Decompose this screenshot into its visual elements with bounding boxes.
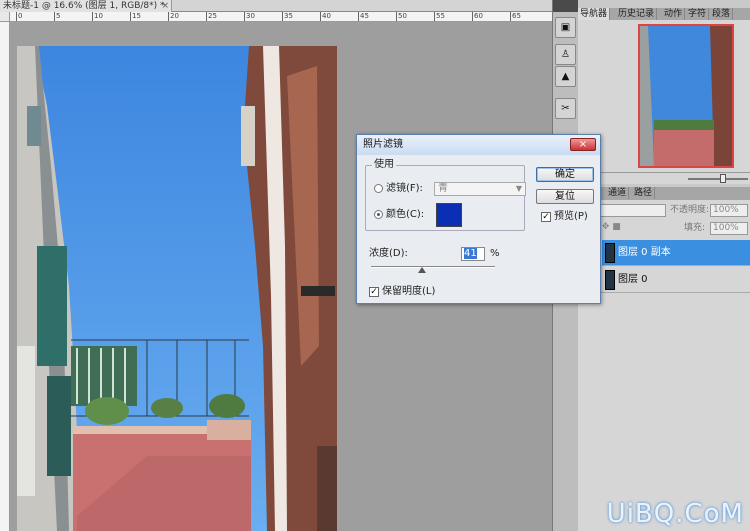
preserve-luminosity-checkbox[interactable]: ✓ (369, 287, 379, 297)
layer-thumbnail (605, 270, 615, 290)
navigator-panel-tabs: 导航器 历史记录 动作 字符 段落 (578, 8, 750, 20)
clone-source-icon[interactable]: ♙ (555, 44, 576, 65)
tab-channels[interactable]: 通道 (606, 187, 630, 199)
zoom-slider-knob[interactable] (720, 174, 726, 183)
tools-icon[interactable]: ✂ (555, 98, 576, 119)
ruler-corner (0, 12, 10, 22)
ruler-tick-mark (206, 12, 207, 21)
layer-name: 图层 0 (618, 274, 648, 285)
preview-label: 预览(P) (554, 211, 588, 222)
close-icon[interactable]: × (570, 138, 596, 151)
ruler-tick-label: 0 (18, 12, 23, 20)
layer-name: 图层 0 副本 (618, 247, 671, 258)
navigator-preview-image (640, 26, 732, 166)
density-slider-track[interactable] (371, 266, 495, 268)
use-group-label: 使用 (372, 159, 396, 171)
filter-select[interactable]: 青 ▼ (434, 182, 526, 196)
document-image[interactable] (17, 46, 337, 531)
ruler-tick-label: 20 (170, 12, 179, 20)
preview-checkbox[interactable]: ✓ (541, 212, 551, 222)
use-group: 使用 滤镜(F): 青 ▼ 颜色(C): (365, 159, 526, 231)
ruler-tick-label: 45 (360, 12, 369, 20)
density-label: 浓度(D): (369, 248, 408, 259)
ruler-tick-label: 40 (322, 12, 331, 20)
lock-move-icon[interactable]: ✥ (602, 222, 610, 232)
document-tab-title: 未标题-1 @ 16.6% (图层 1, RGB/8*) * (3, 1, 165, 11)
ruler-tick-mark (472, 12, 473, 21)
horizontal-ruler[interactable]: 0 5 10 15 20 25 30 35 40 45 50 55 60 65 (10, 12, 552, 22)
stamp-icon[interactable]: ▲ (555, 66, 576, 87)
zoom-slider-track[interactable] (688, 178, 748, 180)
ruler-tick-mark (510, 12, 511, 21)
layers-panel: 不透明度: 100% ▢ ✎ ✥ ■ 填充: 100% 图层 0 副本 图层 0 (578, 200, 750, 531)
filter-label: 滤镜(F): (386, 183, 423, 194)
ruler-tick-label: 35 (284, 12, 293, 20)
filter-select-value: 青 (438, 183, 448, 194)
watermark-logo: UiBQ.CoM (606, 499, 744, 529)
ruler-tick-mark (320, 12, 321, 21)
tab-paths[interactable]: 路径 (632, 187, 656, 199)
ruler-tick-mark (282, 12, 283, 21)
chevron-down-icon: ▼ (515, 184, 522, 193)
density-slider-knob[interactable] (417, 267, 426, 273)
tab-actions[interactable]: 动作 (662, 8, 686, 20)
ruler-tick-mark (396, 12, 397, 21)
ruler-tick-mark (16, 12, 17, 21)
ruler-tick-label: 50 (398, 12, 407, 20)
color-radio[interactable] (374, 210, 383, 219)
photo-filter-dialog: 照片滤镜 × 使用 滤镜(F): 青 ▼ 颜色(C): 确定 复位 ✓ 预览(P… (356, 134, 601, 304)
close-icon[interactable]: × (161, 0, 169, 12)
alley-photo (17, 46, 337, 531)
ruler-tick-mark (54, 12, 55, 21)
navigator-thumbnail[interactable] (638, 24, 734, 168)
ok-button[interactable]: 确定 (536, 167, 594, 182)
ruler-tick-label: 25 (208, 12, 217, 20)
ruler-tick-mark (130, 12, 131, 21)
lock-all-icon[interactable]: ■ (612, 222, 621, 232)
document-tab-bar: 未标题-1 @ 16.6% (图层 1, RGB/8*) * × (0, 0, 552, 12)
tab-character[interactable]: 字符 (686, 8, 710, 20)
ruler-tick-label: 65 (512, 12, 521, 20)
layer-row[interactable]: 图层 0 副本 (602, 240, 750, 266)
dialog-title[interactable]: 照片滤镜 (357, 135, 600, 155)
ruler-tick-mark (92, 12, 93, 21)
navigator-zoom-bar (578, 172, 750, 184)
ruler-tick-label: 55 (436, 12, 445, 20)
ruler-tick-mark (168, 12, 169, 21)
ruler-tick-label: 15 (132, 12, 141, 20)
fill-label: 填充: (684, 223, 706, 233)
ruler-tick-label: 10 (94, 12, 103, 20)
tab-navigator[interactable]: 导航器 (578, 8, 611, 20)
reset-button[interactable]: 复位 (536, 189, 594, 204)
fill-field[interactable]: 100% (710, 222, 748, 235)
document-tab[interactable]: 未标题-1 @ 16.6% (图层 1, RGB/8*) * × (0, 0, 172, 12)
filter-radio[interactable] (374, 184, 383, 193)
preserve-luminosity-label: 保留明度(L) (382, 286, 436, 297)
layers-panel-tabs: 通道 路径 (578, 187, 750, 200)
opacity-label: 不透明度: (670, 205, 710, 215)
opacity-field[interactable]: 100% (710, 204, 748, 217)
density-value: 41 (464, 248, 477, 259)
tab-history[interactable]: 历史记录 (616, 8, 658, 20)
mini-bridge-icon[interactable]: ▣ (555, 17, 576, 38)
tab-paragraph[interactable]: 段落 (710, 8, 734, 20)
navigator-panel (578, 20, 750, 180)
ruler-tick-label: 30 (246, 12, 255, 20)
panel-strip-header (553, 0, 578, 12)
density-input[interactable]: 41 (461, 247, 485, 261)
layer-row[interactable]: 图层 0 (602, 267, 750, 293)
ruler-tick-label: 5 (56, 12, 61, 20)
right-panels: 导航器 历史记录 动作 字符 段落 通道 路径 不透明度: 100% ▢ ✎ (578, 0, 750, 531)
ruler-tick-mark (244, 12, 245, 21)
density-unit: % (490, 248, 500, 259)
color-swatch[interactable] (436, 203, 462, 227)
color-label: 颜色(C): (386, 209, 425, 220)
ruler-tick-mark (358, 12, 359, 21)
ruler-tick-mark (434, 12, 435, 21)
ruler-tick-label: 60 (474, 12, 483, 20)
vertical-ruler[interactable] (0, 22, 10, 531)
layer-thumbnail (605, 243, 615, 263)
